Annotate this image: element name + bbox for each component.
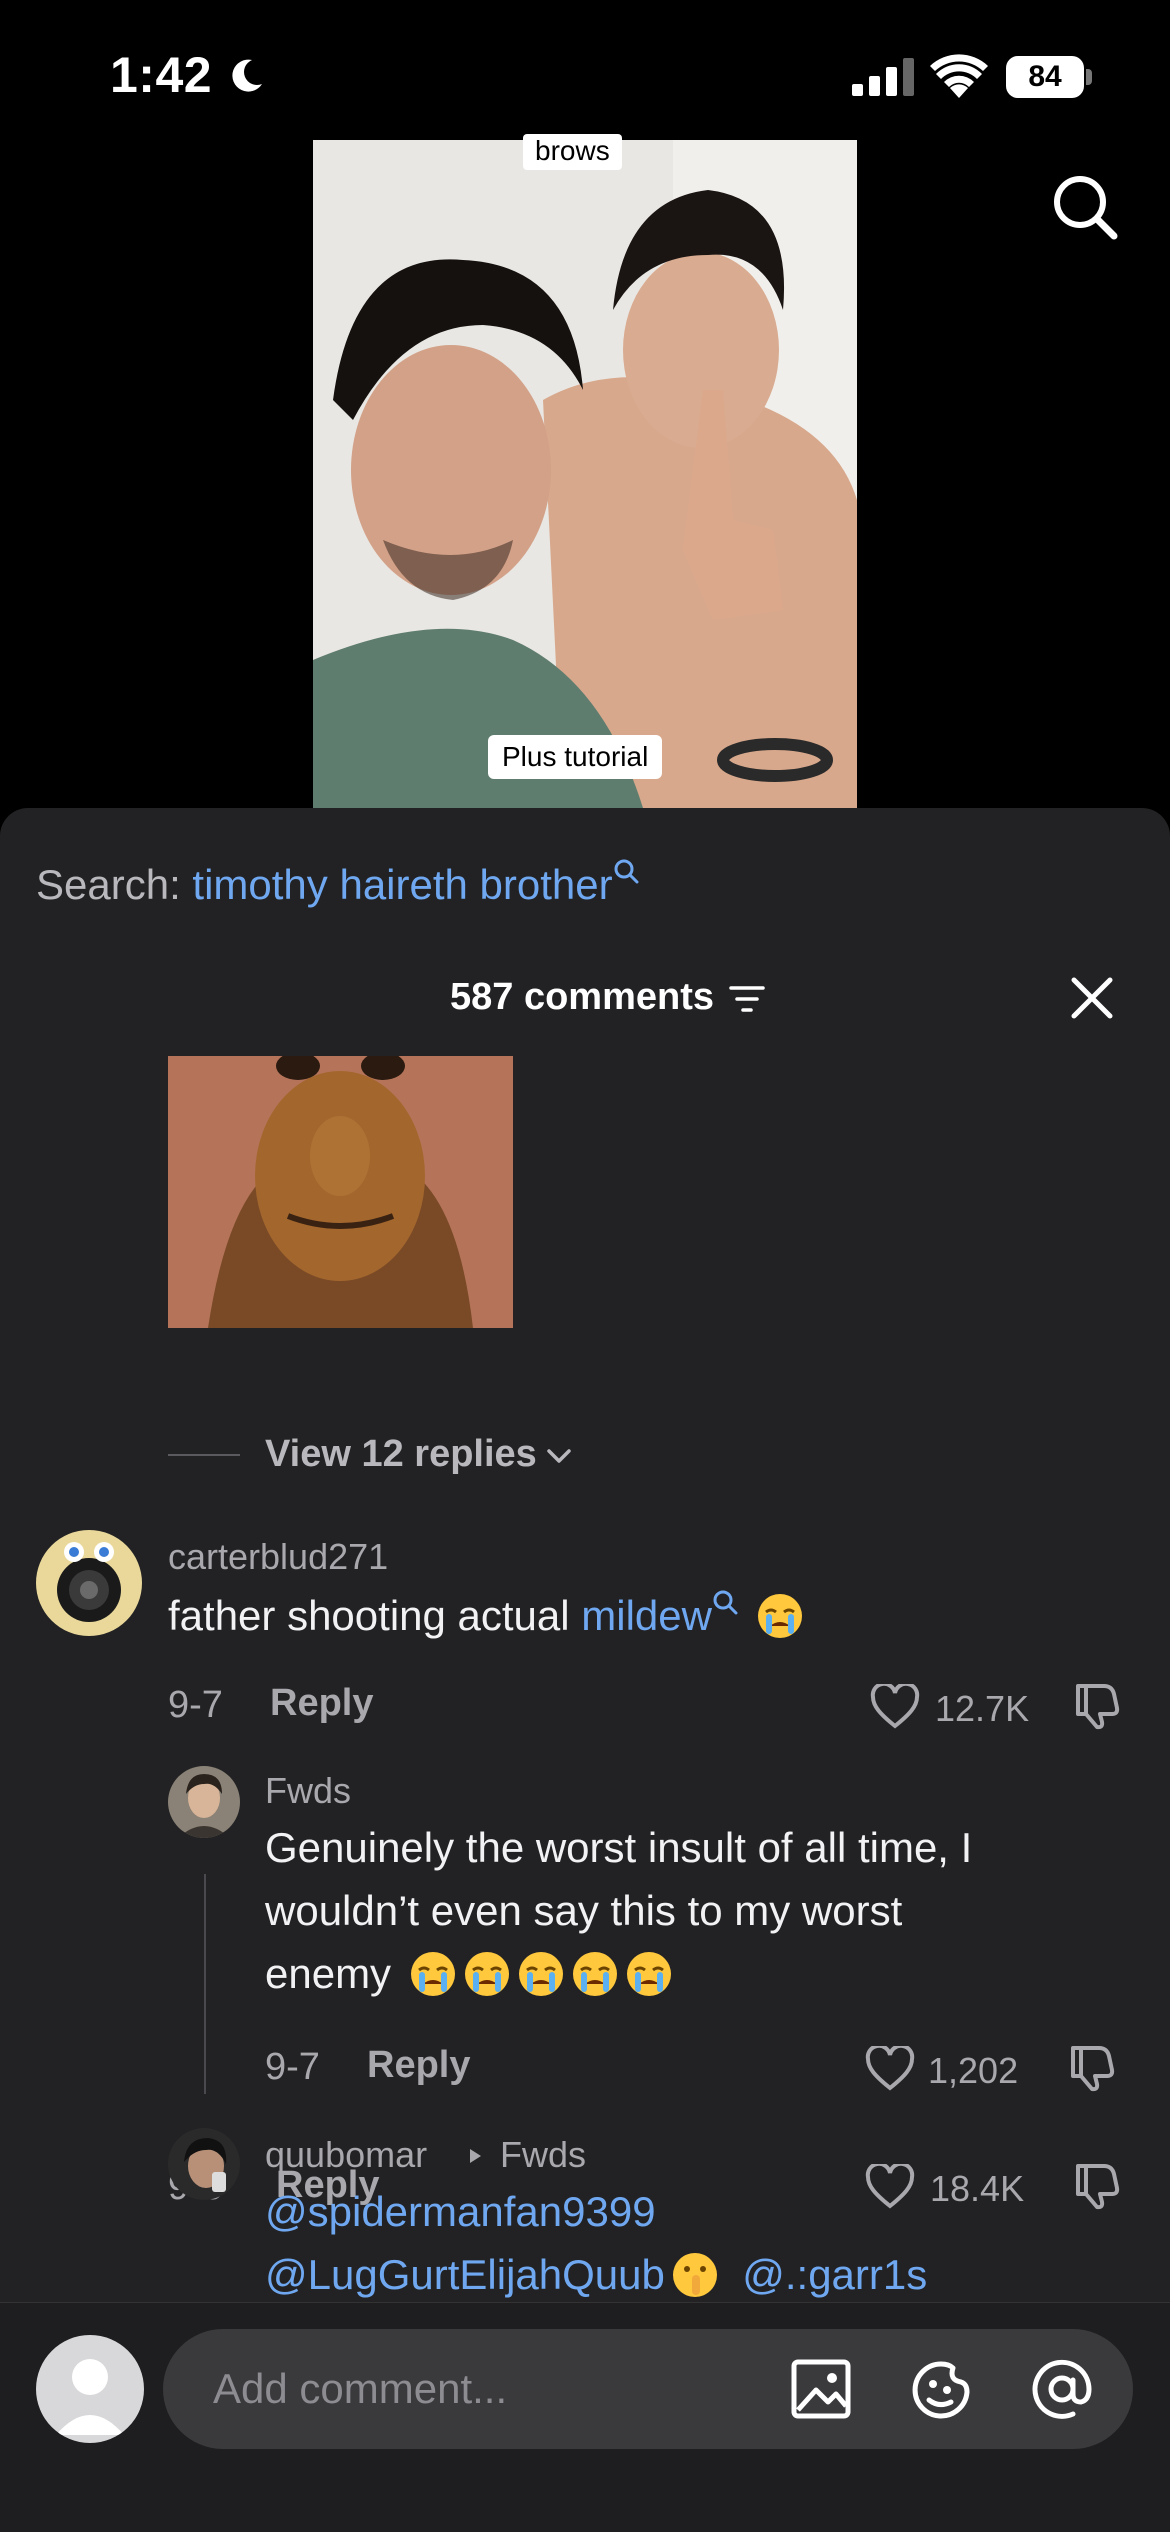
- comment-body: father shooting actual: [168, 1592, 582, 1639]
- sort-filter-icon[interactable]: [729, 984, 765, 1014]
- mention-link[interactable]: @.:garr1s: [742, 2251, 927, 2298]
- comment-text: father shooting actual mildew: [168, 1584, 804, 1647]
- like-count: 1,202: [928, 2050, 1019, 2091]
- mention-link[interactable]: @spidermanfan9399: [265, 2188, 656, 2235]
- reply-text-line: enemy: [265, 1950, 392, 1997]
- dislike-icon[interactable]: [1072, 2160, 1122, 2210]
- reply-text-line: Genuinely the worst insult of all time, …: [265, 1824, 973, 1871]
- thread-divider: [168, 1454, 240, 1456]
- avatar[interactable]: [168, 2128, 240, 2200]
- moon-icon: [232, 59, 262, 92]
- like-count: 18.4K: [930, 2168, 1025, 2209]
- lizard-image: [168, 1056, 513, 1328]
- heart-icon[interactable]: [865, 2046, 915, 2092]
- reply-username[interactable]: Fwds: [265, 1770, 351, 1812]
- comment-input-container[interactable]: [163, 2329, 1133, 2449]
- mention-at-icon[interactable]: [1029, 2356, 1095, 2422]
- wifi-icon: [930, 54, 988, 98]
- reply-date: 9-7: [265, 2046, 320, 2088]
- heart-icon[interactable]: [870, 1684, 920, 1730]
- fwds-avatar: [168, 1766, 240, 1838]
- reply-button[interactable]: Reply: [270, 1682, 373, 1725]
- battery-icon: 84: [1006, 56, 1092, 98]
- video-caption-bottom: Plus tutorial: [488, 735, 663, 779]
- related-search-prefix: Search:: [36, 861, 181, 908]
- reply-button[interactable]: Reply: [367, 2044, 470, 2087]
- video-preview[interactable]: [313, 140, 857, 808]
- related-search-term[interactable]: timothy haireth brother: [192, 861, 612, 908]
- crying-emoji-icon: [572, 1952, 617, 1996]
- related-search[interactable]: Search: timothy haireth brother: [36, 858, 639, 909]
- avatar[interactable]: [36, 2335, 144, 2443]
- search-icon[interactable]: [1050, 172, 1120, 242]
- comment-username[interactable]: carterblud271: [168, 1536, 388, 1578]
- crying-emoji-icon: [626, 1952, 671, 1996]
- reply-thread-line: [204, 1874, 206, 2094]
- spongebob-camera-avatar: [36, 1530, 142, 1636]
- quubomar-avatar: [168, 2128, 240, 2200]
- battery-tip: [1086, 69, 1092, 85]
- avatar[interactable]: [36, 1530, 142, 1636]
- comment-date: 9-7: [168, 1684, 223, 1726]
- battery-level: 84: [1006, 56, 1084, 98]
- comment-image[interactable]: [168, 1056, 513, 1328]
- reply-text-line: wouldn’t even say this to my worst: [265, 1887, 903, 1934]
- emoji-sticker-icon[interactable]: [909, 2356, 975, 2422]
- avatar[interactable]: [168, 1766, 240, 1838]
- crying-emoji-icon: [410, 1952, 455, 1996]
- comments-sheet: Search: timothy haireth brother 587 comm…: [0, 808, 1170, 2532]
- comment-input-bar: [0, 2302, 1170, 2532]
- status-time: 1:42: [110, 47, 213, 103]
- crying-emoji-icon: [757, 1594, 802, 1638]
- dislike-icon[interactable]: [1067, 2042, 1117, 2092]
- image-icon[interactable]: [788, 2356, 854, 2422]
- search-icon: [614, 859, 639, 884]
- play-arrow-icon: [470, 2149, 481, 2163]
- video-caption-top: brows: [523, 134, 622, 170]
- signal-icon: [852, 58, 914, 96]
- reply-text-last-line: enemy: [265, 1942, 1125, 2005]
- shushing-emoji-icon: [672, 2253, 717, 2297]
- default-user-avatar: [36, 2335, 144, 2443]
- status-bar: 1:42 84: [0, 0, 1170, 150]
- view-replies-button[interactable]: View 12 replies: [265, 1433, 537, 1476]
- chevron-down-icon[interactable]: [546, 1448, 572, 1464]
- close-icon[interactable]: [1068, 974, 1116, 1022]
- comment-search-link[interactable]: mildew: [581, 1592, 712, 1639]
- like-count: 12.7K: [935, 1688, 1030, 1729]
- reply-text: @spidermanfan9399 @LugGurtElijahQuub @.:…: [265, 2180, 927, 2306]
- reply-username[interactable]: quubomar: [265, 2134, 427, 2176]
- mention-link[interactable]: @LugGurtElijahQuub: [265, 2251, 665, 2298]
- video-frame: [313, 140, 857, 808]
- reply-to-username[interactable]: Fwds: [500, 2134, 586, 2176]
- dislike-icon[interactable]: [1072, 1680, 1122, 1730]
- comment-input[interactable]: [213, 2359, 733, 2419]
- reply-text: Genuinely the worst insult of all time, …: [265, 1816, 1125, 2005]
- crying-emoji-icon: [464, 1952, 509, 1996]
- search-icon: [713, 1590, 738, 1615]
- comments-count: 587 comments: [450, 976, 715, 1018]
- crying-emoji-icon: [518, 1952, 563, 1996]
